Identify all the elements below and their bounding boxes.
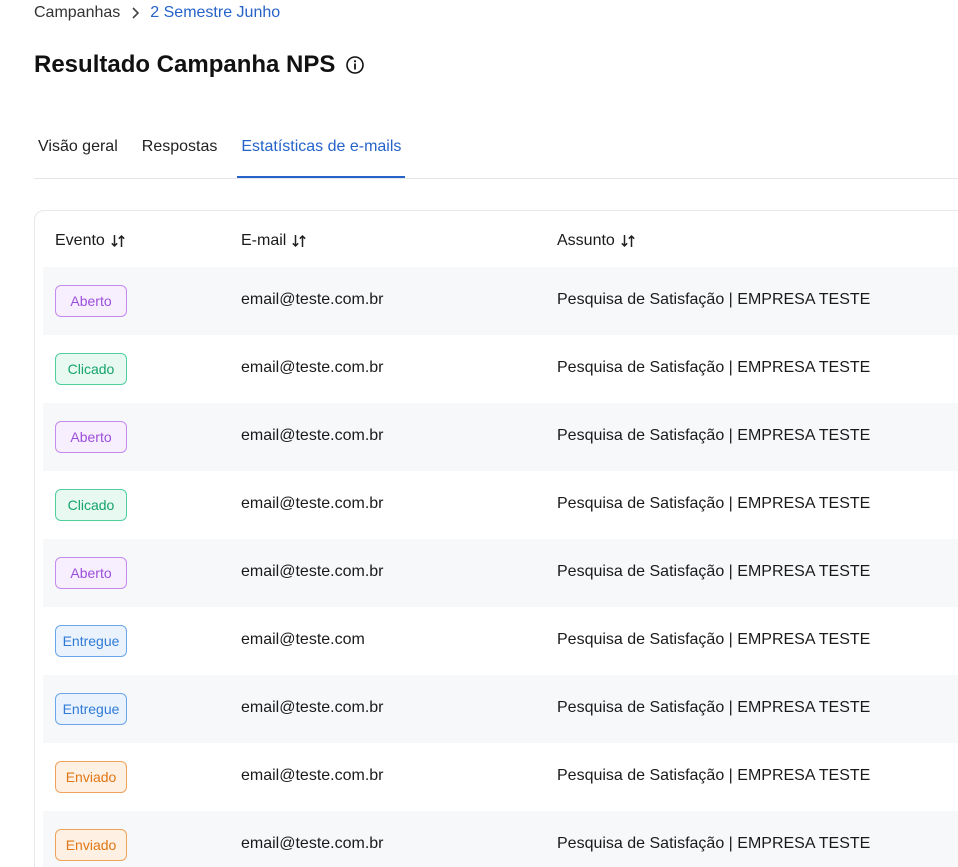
column-header-label: E-mail — [241, 232, 287, 249]
breadcrumb-campanhas-link[interactable]: Campanhas — [34, 3, 120, 23]
table-row[interactable]: Entregue email@teste.com.br Pesquisa de … — [43, 675, 958, 743]
table-row[interactable]: Aberto email@teste.com.br Pesquisa de Sa… — [43, 267, 958, 335]
subject-cell: Pesquisa de Satisfação | EMPRESA TESTE — [557, 631, 871, 648]
info-icon[interactable] — [345, 55, 365, 75]
subject-cell: Pesquisa de Satisfação | EMPRESA TESTE — [557, 835, 871, 852]
subject-cell: Pesquisa de Satisfação | EMPRESA TESTE — [557, 359, 871, 376]
event-badge: Entregue — [55, 625, 127, 657]
sort-icon — [292, 234, 307, 248]
table-header: Evento E-mail Assunto — [35, 232, 958, 256]
email-cell: email@teste.com.br — [241, 495, 384, 512]
table-row[interactable]: Clicado email@teste.com.br Pesquisa de S… — [43, 335, 958, 403]
event-badge: Entregue — [55, 693, 127, 725]
table-row[interactable]: Aberto email@teste.com.br Pesquisa de Sa… — [43, 403, 958, 471]
email-cell: email@teste.com.br — [241, 563, 384, 580]
tab-estatisticas-emails[interactable]: Estatísticas de e-mails — [237, 128, 406, 178]
subject-cell: Pesquisa de Satisfação | EMPRESA TESTE — [557, 767, 871, 784]
email-cell: email@teste.com.br — [241, 359, 384, 376]
breadcrumb-current[interactable]: 2 Semestre Junho — [150, 3, 280, 23]
event-badge: Aberto — [55, 285, 127, 317]
subject-cell: Pesquisa de Satisfação | EMPRESA TESTE — [557, 563, 871, 580]
email-cell: email@teste.com.br — [241, 699, 384, 716]
table-row[interactable]: Entregue email@teste.com Pesquisa de Sat… — [43, 607, 958, 675]
table-body: Aberto email@teste.com.br Pesquisa de Sa… — [43, 267, 958, 867]
tab-visao-geral[interactable]: Visão geral — [34, 128, 122, 166]
event-badge: Clicado — [55, 489, 127, 521]
chevron-right-icon — [120, 3, 150, 23]
sort-icon — [621, 234, 635, 248]
email-cell: email@teste.com.br — [241, 835, 384, 852]
event-badge: Aberto — [55, 557, 127, 589]
column-header-assunto[interactable]: Assunto — [557, 232, 636, 250]
event-badge: Aberto — [55, 421, 127, 453]
column-header-label: Assunto — [557, 232, 615, 249]
sort-icon — [111, 234, 125, 248]
column-header-evento[interactable]: Evento — [55, 232, 126, 250]
table-row[interactable]: Aberto email@teste.com.br Pesquisa de Sa… — [43, 539, 958, 607]
tab-respostas[interactable]: Respostas — [138, 128, 222, 166]
column-header-email[interactable]: E-mail — [241, 232, 307, 250]
tab-bar: Visão geral Respostas Estatísticas de e-… — [34, 128, 958, 179]
subject-cell: Pesquisa de Satisfação | EMPRESA TESTE — [557, 427, 871, 444]
table-row[interactable]: Enviado email@teste.com.br Pesquisa de S… — [43, 811, 958, 867]
title-row: Resultado Campanha NPS — [34, 50, 365, 80]
event-badge: Clicado — [55, 353, 127, 385]
email-cell: email@teste.com.br — [241, 767, 384, 784]
event-badge: Enviado — [55, 829, 127, 861]
table-row[interactable]: Enviado email@teste.com.br Pesquisa de S… — [43, 743, 958, 811]
email-stats-table: Evento E-mail Assunto Aberto email@teste… — [34, 210, 958, 867]
event-badge: Enviado — [55, 761, 127, 793]
subject-cell: Pesquisa de Satisfação | EMPRESA TESTE — [557, 495, 871, 512]
page: Campanhas 2 Semestre Junho Resultado Cam… — [0, 0, 958, 867]
page-title: Resultado Campanha NPS — [34, 51, 336, 78]
subject-cell: Pesquisa de Satisfação | EMPRESA TESTE — [557, 699, 871, 716]
subject-cell: Pesquisa de Satisfação | EMPRESA TESTE — [557, 291, 871, 308]
email-cell: email@teste.com.br — [241, 427, 384, 444]
table-row[interactable]: Clicado email@teste.com.br Pesquisa de S… — [43, 471, 958, 539]
email-cell: email@teste.com.br — [241, 291, 384, 308]
email-cell: email@teste.com — [241, 631, 365, 648]
breadcrumb: Campanhas 2 Semestre Junho — [34, 3, 280, 23]
column-header-label: Evento — [55, 232, 105, 249]
